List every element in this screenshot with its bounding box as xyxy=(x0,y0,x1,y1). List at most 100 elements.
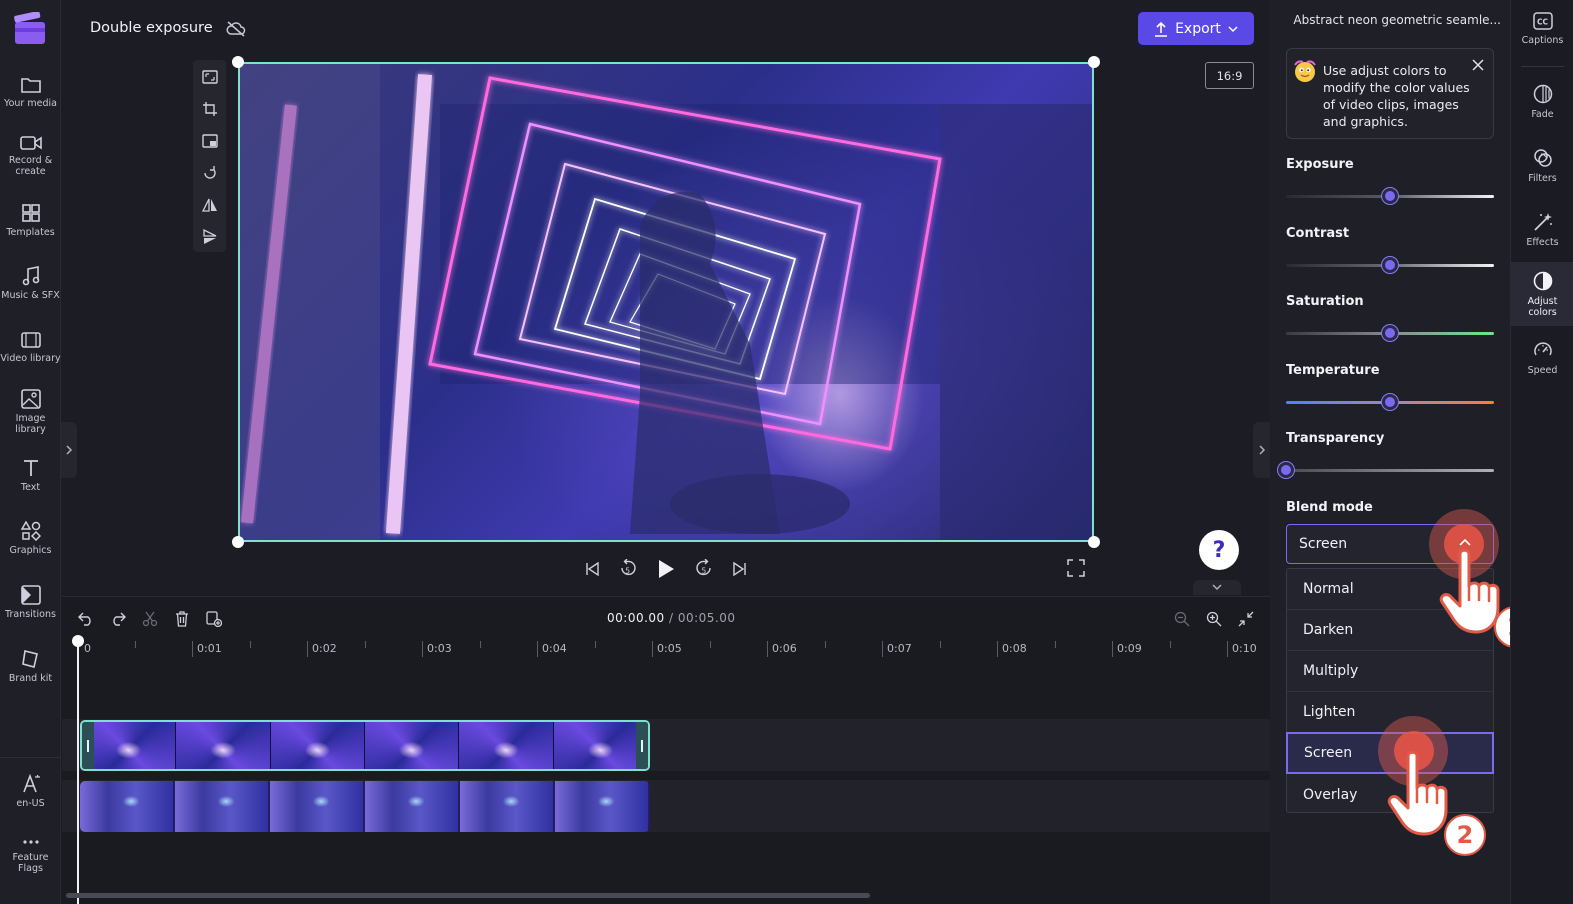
skip-to-start-button[interactable] xyxy=(580,556,604,582)
split-button[interactable] xyxy=(140,609,160,629)
play-button[interactable] xyxy=(654,556,678,582)
export-button[interactable]: Export xyxy=(1138,12,1254,45)
playhead[interactable] xyxy=(77,643,79,904)
clip-thumbnail xyxy=(270,781,365,832)
undo-button[interactable] xyxy=(76,609,96,629)
upload-icon xyxy=(1155,21,1168,37)
zoom-in-button[interactable] xyxy=(1204,609,1224,629)
cloud-off-icon[interactable] xyxy=(226,20,246,38)
resize-handle-bottom-right[interactable] xyxy=(1088,536,1100,548)
resize-handle-top-left[interactable] xyxy=(232,56,244,68)
tip-text: Use adjust colors to modify the color va… xyxy=(1323,63,1470,129)
trash-icon xyxy=(176,611,188,627)
saturation-slider-thumb[interactable] xyxy=(1382,325,1398,341)
tab-adjust-colors[interactable]: Adjust colors xyxy=(1511,262,1573,326)
templates-icon xyxy=(21,204,40,222)
rail-label: Graphics xyxy=(9,545,52,556)
temperature-slider-thumb[interactable] xyxy=(1382,394,1398,410)
fit-timeline-button[interactable] xyxy=(1236,609,1256,629)
timeline-scrollbar[interactable] xyxy=(66,893,870,898)
crop-tool[interactable] xyxy=(199,98,220,119)
clip-thumbnail xyxy=(270,722,365,769)
tick-major xyxy=(652,641,653,657)
transparency-slider[interactable] xyxy=(1286,469,1494,472)
rail-image-library[interactable]: Image library xyxy=(0,389,61,435)
aspect-ratio-button[interactable]: 16:9 xyxy=(1205,62,1254,89)
export-label: Export xyxy=(1175,20,1221,37)
rail-text[interactable]: Text xyxy=(0,458,61,493)
close-icon[interactable] xyxy=(1471,58,1485,72)
playhead-handle[interactable] xyxy=(72,635,84,647)
exposure-slider-thumb[interactable] xyxy=(1382,188,1398,204)
tick-major xyxy=(422,641,423,657)
timeline-collapse-button[interactable] xyxy=(1193,580,1241,595)
forward-5-icon: 5 xyxy=(696,559,711,576)
blend-option-multiply[interactable]: Multiply xyxy=(1287,651,1493,692)
fullscreen-icon[interactable] xyxy=(1067,559,1085,577)
clip-studio-video[interactable] xyxy=(80,781,650,832)
tab-label: Filters xyxy=(1528,173,1557,184)
saturation-label: Saturation xyxy=(1286,294,1364,309)
clip-trim-handle-right[interactable] xyxy=(636,722,648,769)
rewind-5-icon: 5 xyxy=(621,559,636,576)
tab-speed[interactable]: Speed xyxy=(1511,340,1573,382)
fit-tool[interactable] xyxy=(199,66,220,87)
properties-tabs: CC Captions Fade Filters Effects Adjust … xyxy=(1510,0,1573,904)
contrast-slider-thumb[interactable] xyxy=(1382,257,1398,273)
left-rail-expand-button[interactable] xyxy=(61,422,77,478)
zoom-out-button[interactable] xyxy=(1172,609,1192,629)
clip-neon-overlay[interactable] xyxy=(80,720,650,771)
tick-minor xyxy=(365,641,366,648)
rail-language[interactable]: en-US xyxy=(0,774,61,809)
rotate-tool[interactable] xyxy=(199,162,220,183)
forward-5-button[interactable]: 5 xyxy=(692,556,716,582)
video-preview[interactable] xyxy=(238,62,1094,542)
clip-trim-handle-left[interactable] xyxy=(82,722,94,769)
rail-divider xyxy=(0,757,61,758)
rail-templates[interactable]: Templates xyxy=(0,203,61,238)
project-title[interactable]: Double exposure xyxy=(90,20,213,36)
rail-record-create[interactable]: Record & create xyxy=(0,135,61,177)
clip-thumbnail xyxy=(555,781,650,832)
delete-button[interactable] xyxy=(172,609,192,629)
pointer-hand-icon xyxy=(1387,750,1448,836)
tick-label: 0:01 xyxy=(197,642,222,655)
filters-icon xyxy=(1533,149,1552,167)
tick-label: 0:05 xyxy=(657,642,682,655)
tab-captions[interactable]: CC Captions xyxy=(1511,12,1573,54)
svg-text:CC: CC xyxy=(1537,18,1549,27)
flip-vertical-tool[interactable] xyxy=(199,226,220,247)
rail-feature-flags[interactable]: Feature Flags xyxy=(0,836,61,874)
effects-icon xyxy=(1533,213,1552,231)
tab-filters[interactable]: Filters xyxy=(1511,148,1573,190)
rail-your-media[interactable]: Your media xyxy=(0,76,61,109)
rail-label: en-US xyxy=(16,798,45,809)
rail-music-sfx[interactable]: Music & SFX xyxy=(0,266,61,301)
tab-fade[interactable]: Fade xyxy=(1511,84,1573,126)
flip-horizontal-tool[interactable] xyxy=(199,194,220,215)
duplicate-button[interactable] xyxy=(204,609,224,629)
rail-video-library[interactable]: Video library xyxy=(0,331,61,364)
rewind-5-button[interactable]: 5 xyxy=(616,556,640,582)
clip-thumbnail xyxy=(553,722,648,769)
redo-button[interactable] xyxy=(108,609,128,629)
tick-label: 0:03 xyxy=(427,642,452,655)
resize-handle-top-right[interactable] xyxy=(1088,56,1100,68)
help-button[interactable]: ? xyxy=(1199,530,1239,570)
rail-transitions[interactable]: Transitions xyxy=(0,585,61,620)
transparency-slider-thumb[interactable] xyxy=(1278,462,1294,478)
tab-effects[interactable]: Effects xyxy=(1511,212,1573,254)
resize-handle-bottom-left[interactable] xyxy=(232,536,244,548)
folder-icon xyxy=(20,78,41,93)
clip-thumbnail xyxy=(175,781,270,832)
tick-label: 0:07 xyxy=(887,642,912,655)
rail-brand-kit[interactable]: Brand kit xyxy=(0,649,61,684)
timeline-ruler[interactable]: 0 0:01 0:02 0:03 0:04 0:05 0:06 0:07 0:0… xyxy=(76,637,1266,659)
skip-to-end-button[interactable] xyxy=(728,556,752,582)
properties-collapse-button[interactable] xyxy=(1253,422,1270,478)
asset-name: Abstract neon geometric seamle... xyxy=(1286,13,1501,27)
pip-tool[interactable] xyxy=(199,130,220,151)
left-rail: Your media Record & create Templates Mus… xyxy=(0,0,61,904)
blend-mode-value: Screen xyxy=(1299,536,1348,552)
rail-graphics[interactable]: Graphics xyxy=(0,521,61,556)
